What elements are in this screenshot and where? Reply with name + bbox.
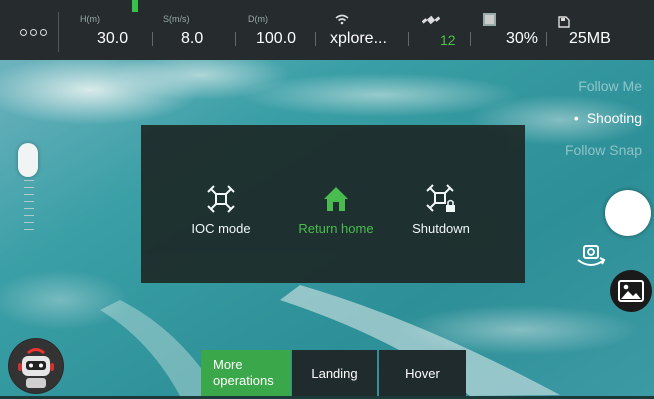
divider bbox=[235, 32, 236, 46]
drone-icon bbox=[207, 185, 235, 213]
battery-icon bbox=[483, 13, 496, 26]
robot-icon bbox=[9, 339, 63, 393]
slider-tick bbox=[24, 194, 34, 195]
divider bbox=[315, 32, 316, 46]
satellite-icon bbox=[422, 15, 440, 25]
divider bbox=[470, 32, 471, 46]
distance-value: 100.0 bbox=[256, 30, 297, 47]
shutter-button[interactable] bbox=[605, 190, 651, 236]
slider-tick bbox=[24, 180, 34, 181]
landing-label: Landing bbox=[311, 365, 358, 381]
top-status-bar: H(m) 30.0 S(m/s) 8.0 D(m) 100.0 xplore..… bbox=[0, 0, 654, 60]
return-home-button[interactable]: Return home bbox=[286, 183, 386, 236]
gps-count: 12 bbox=[440, 32, 456, 48]
speed-value: 8.0 bbox=[181, 30, 204, 47]
menu-button[interactable] bbox=[8, 12, 59, 52]
divider bbox=[408, 32, 409, 46]
more-operations-button[interactable]: More operations bbox=[201, 350, 291, 396]
hover-button[interactable]: Hover bbox=[379, 350, 466, 396]
menu-icon-dot bbox=[29, 28, 37, 36]
landing-button[interactable]: Landing bbox=[292, 350, 377, 396]
ioc-mode-button[interactable]: IOC mode bbox=[171, 183, 271, 236]
slider-tick bbox=[24, 215, 34, 216]
gallery-icon bbox=[618, 280, 644, 302]
height-label: H(m) bbox=[80, 14, 100, 24]
camera-switch-icon[interactable] bbox=[574, 238, 608, 272]
home-icon bbox=[324, 187, 348, 211]
operations-popup: IOC mode Return home Shutdown bbox=[141, 125, 525, 283]
ioc-mode-label: IOC mode bbox=[191, 221, 251, 236]
gallery-button[interactable] bbox=[610, 270, 652, 312]
sd-card-icon bbox=[558, 16, 570, 28]
divider bbox=[546, 32, 547, 46]
wifi-name: xplore... bbox=[330, 30, 387, 47]
distance-label: D(m) bbox=[248, 14, 268, 24]
wifi-icon bbox=[335, 14, 349, 25]
more-operations-label-line2: operations bbox=[213, 373, 274, 388]
speed-label: S(m/s) bbox=[163, 14, 190, 24]
divider bbox=[152, 32, 153, 46]
height-value: 30.0 bbox=[97, 30, 129, 47]
mode-follow-me[interactable]: Follow Me bbox=[565, 78, 642, 94]
slider-tick bbox=[24, 201, 34, 202]
slider-tick bbox=[24, 229, 34, 230]
slider-tick bbox=[24, 187, 34, 188]
menu-icon bbox=[19, 28, 27, 36]
zoom-slider-thumb[interactable] bbox=[18, 143, 38, 177]
drone-lock-icon bbox=[426, 184, 455, 212]
slider-tick bbox=[24, 222, 34, 223]
mode-shooting[interactable]: Shooting bbox=[565, 110, 642, 126]
battery-value: 30% bbox=[506, 30, 539, 47]
storage-value: 25MB bbox=[569, 30, 611, 47]
shutdown-button[interactable]: Shutdown bbox=[391, 183, 491, 236]
mode-follow-snap[interactable]: Follow Snap bbox=[565, 142, 642, 158]
accent-marker bbox=[132, 0, 138, 12]
return-home-label: Return home bbox=[298, 221, 374, 236]
menu-icon-dot bbox=[39, 28, 47, 36]
slider-tick bbox=[24, 208, 34, 209]
shooting-mode-list: Follow Me Shooting Follow Snap bbox=[565, 78, 642, 174]
more-operations-label-line1: More bbox=[213, 357, 243, 372]
hover-label: Hover bbox=[405, 365, 440, 381]
shutdown-label: Shutdown bbox=[412, 221, 470, 236]
robot-assistant-button[interactable] bbox=[8, 338, 64, 394]
